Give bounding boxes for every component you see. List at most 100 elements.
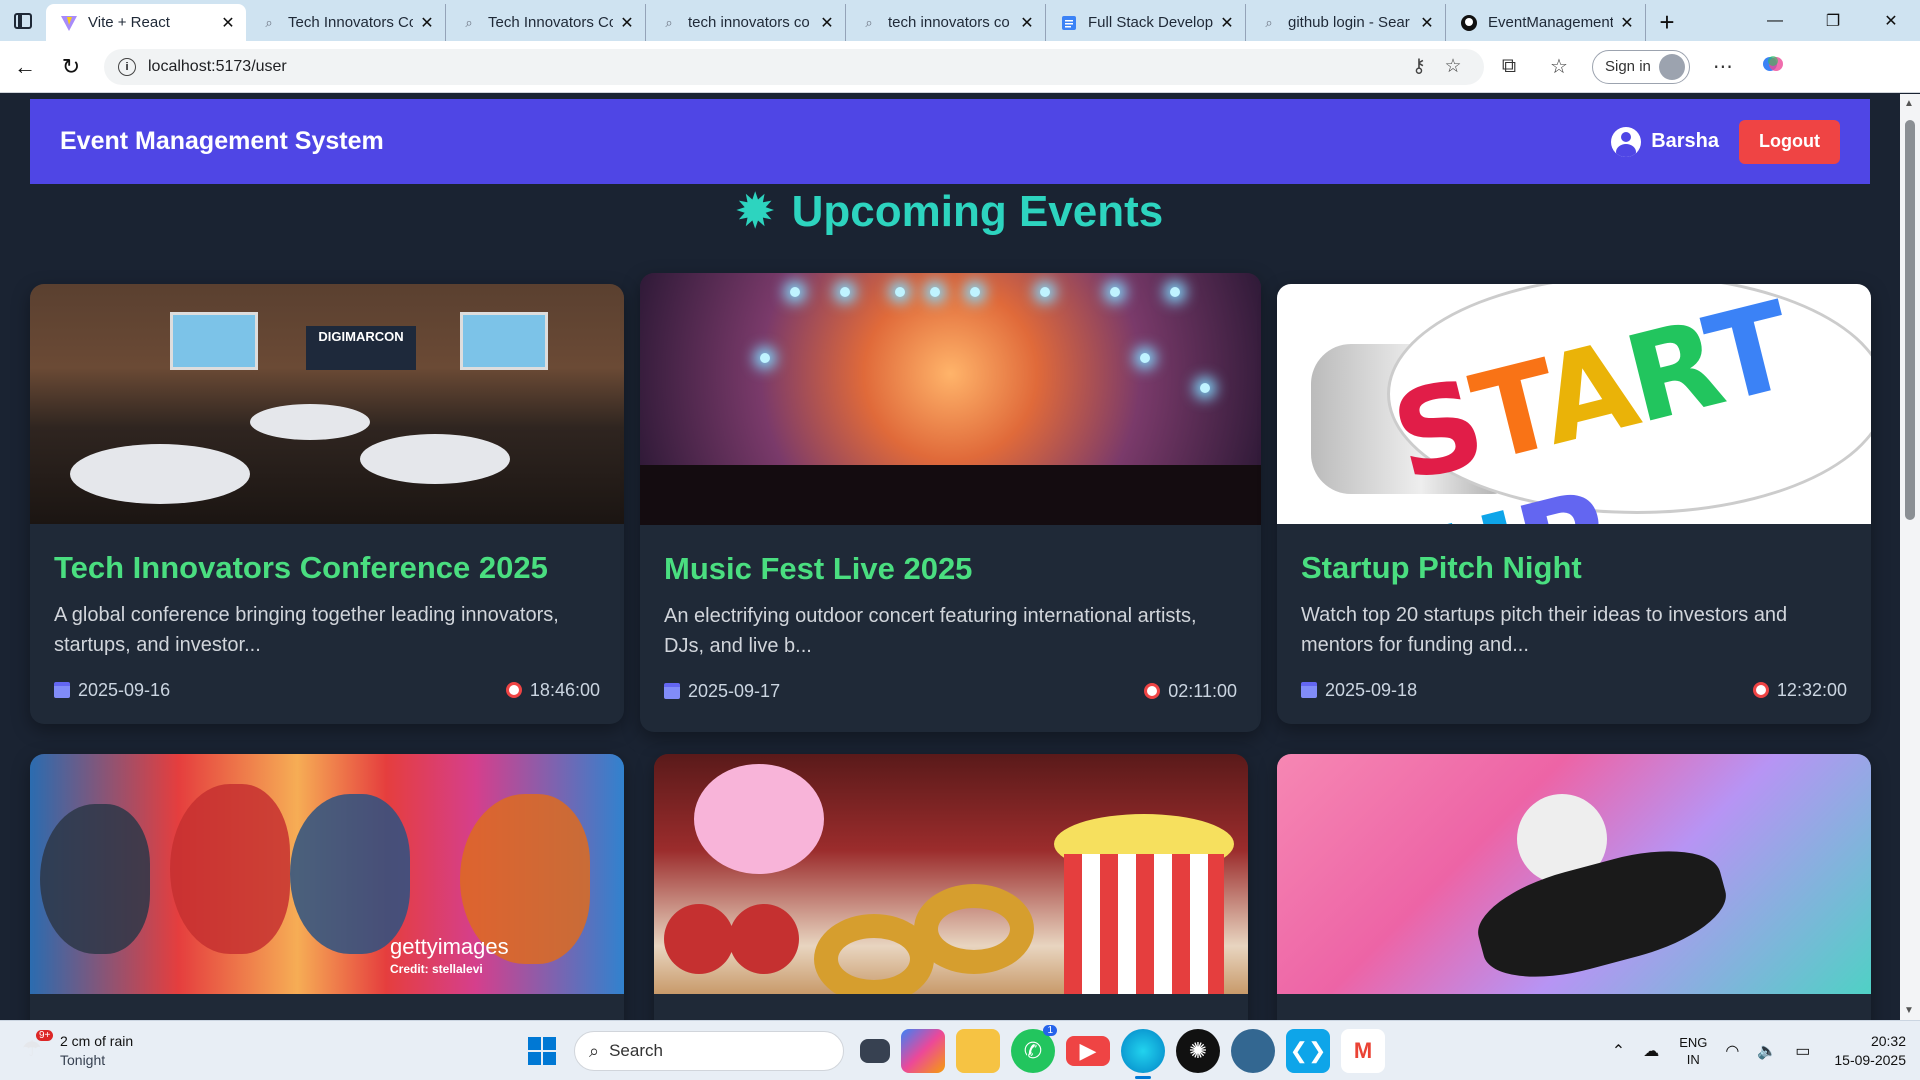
browser-tab[interactable]: ⌕ Tech Innovators Co ✕ <box>246 4 446 41</box>
event-title[interactable]: Startup Pitch Night <box>1301 550 1847 586</box>
chatgpt-icon[interactable]: ✺ <box>1176 1029 1220 1073</box>
calendar-icon <box>54 682 70 698</box>
restore-icon[interactable]: ❐ <box>1804 0 1862 41</box>
volume-icon[interactable]: 🔈 <box>1757 1041 1777 1061</box>
scrollbar-thumb[interactable] <box>1905 120 1915 520</box>
minimize-icon[interactable]: — <box>1746 0 1804 41</box>
battery-icon[interactable]: ▭ <box>1795 1041 1810 1061</box>
scroll-down-icon[interactable]: ▼ <box>1904 1005 1914 1016</box>
system-clock[interactable]: 20:32 15-09-2025 <box>1834 1032 1906 1070</box>
task-view-icon[interactable] <box>860 1039 890 1063</box>
event-card[interactable]: START UP Startup Pitch Night Watch top 2… <box>1277 284 1871 724</box>
tab-title: Vite + React <box>88 14 170 31</box>
vite-icon <box>60 14 78 32</box>
event-card[interactable] <box>1277 754 1871 1020</box>
page-scrollbar[interactable]: ▲ ▼ <box>1900 94 1920 1020</box>
event-card[interactable]: gettyimages Credit: stellalevi <box>30 754 624 1020</box>
url-field[interactable]: i localhost:5173/user ⚷ ☆ <box>104 48 1484 85</box>
browser-tab[interactable]: Full Stack Develop ✕ <box>1046 4 1246 41</box>
browser-tab[interactable]: ⌕ github login - Sear ✕ <box>1246 4 1446 41</box>
event-time: 12:32:00 <box>1776 680 1847 700</box>
region-code: IN <box>1686 1052 1700 1067</box>
language-indicator[interactable]: ENG IN <box>1679 1034 1707 1068</box>
tab-title: tech innovators co <box>688 14 810 31</box>
tab-title: Full Stack Develop <box>1088 14 1213 31</box>
new-tab-button[interactable]: + <box>1646 4 1688 41</box>
browser-tab[interactable]: Vite + React ✕ <box>46 4 246 41</box>
tab-title: EventManagement <box>1488 14 1613 31</box>
file-explorer-icon[interactable] <box>956 1029 1000 1073</box>
event-card[interactable] <box>654 754 1248 1020</box>
weather-sub: Tonight <box>60 1051 106 1068</box>
site-info-icon[interactable]: i <box>118 57 136 76</box>
image-watermark: gettyimages <box>390 934 509 959</box>
tab-title: Tech Innovators Co <box>488 14 613 31</box>
chevron-up-icon[interactable]: ⌃ <box>1612 1041 1625 1061</box>
star-icon[interactable]: ☆ <box>1436 55 1470 78</box>
browser-tab[interactable]: EventManagement ✕ <box>1446 4 1646 41</box>
logout-button[interactable]: Logout <box>1739 119 1840 164</box>
extensions-icon[interactable]: ⧉ <box>1484 55 1534 78</box>
back-arrow-icon[interactable]: ← <box>2 47 48 87</box>
reload-icon[interactable]: ↻ <box>48 47 94 87</box>
scroll-up-icon[interactable]: ▲ <box>1904 98 1914 109</box>
event-description: A global conference bringing together le… <box>54 604 559 656</box>
close-icon[interactable]: ✕ <box>819 13 835 33</box>
onedrive-icon[interactable]: ☁ <box>1643 1041 1659 1061</box>
clock-time: 20:32 <box>1870 1033 1906 1049</box>
language-code: ENG <box>1679 1035 1708 1050</box>
sign-in-button[interactable]: Sign in <box>1592 49 1690 84</box>
event-time: 02:11:00 <box>1168 681 1237 701</box>
system-tray: ⌃ ☁ ENG IN ◠ 🔈 ▭ 20:32 15-09-2025 <box>1594 1021 1906 1080</box>
event-image: DIGIMARCON <box>30 284 624 524</box>
edge-icon[interactable] <box>1121 1029 1165 1079</box>
close-icon[interactable]: ✕ <box>220 13 236 33</box>
close-icon[interactable]: ✕ <box>1619 13 1635 33</box>
youtube-icon[interactable]: ▶ <box>1066 1036 1110 1066</box>
tab-actions-icon[interactable] <box>0 0 46 41</box>
event-card[interactable]: Music Fest Live 2025 An electrifying out… <box>640 273 1261 732</box>
weather-badge: 9+ <box>36 1029 54 1041</box>
browser-tab[interactable]: ⌕ tech innovators co ✕ <box>646 4 846 41</box>
browser-tab[interactable]: ⌕ Tech Innovators Co ✕ <box>446 4 646 41</box>
event-title[interactable]: Music Fest Live 2025 <box>664 551 1237 587</box>
tab-title: github login - Sear <box>1288 14 1410 31</box>
windows-logo-icon <box>528 1037 556 1065</box>
brand-title[interactable]: Event Management System <box>60 127 384 156</box>
whatsapp-badge: 1 <box>1043 1025 1057 1036</box>
window-close-icon[interactable]: ✕ <box>1862 0 1920 41</box>
key-icon[interactable]: ⚷ <box>1402 55 1436 78</box>
event-image <box>1277 754 1871 994</box>
user-info: Barsha Logout <box>1611 119 1840 164</box>
taskbar-search[interactable]: ⌕ Search <box>574 1031 844 1071</box>
vscode-icon[interactable]: ❮❯ <box>1286 1029 1330 1073</box>
browser-tab[interactable]: ⌕ tech innovators co ✕ <box>846 4 1046 41</box>
more-options-icon[interactable]: ⋯ <box>1698 54 1748 79</box>
search-icon: ⌕ <box>465 14 473 30</box>
copilot-app-icon[interactable] <box>901 1029 945 1073</box>
wifi-icon[interactable]: ◠ <box>1725 1041 1739 1061</box>
close-icon[interactable]: ✕ <box>1419 13 1435 33</box>
gmail-icon[interactable]: M <box>1341 1029 1385 1073</box>
browser-tab-strip: Vite + React ✕ ⌕ Tech Innovators Co ✕ ⌕ … <box>0 0 1920 41</box>
github-icon <box>1460 14 1478 32</box>
close-icon[interactable]: ✕ <box>619 13 635 33</box>
weather-main: 2 cm of rain <box>60 1032 134 1049</box>
tab-title: Tech Innovators Co <box>288 14 413 31</box>
event-title[interactable]: Tech Innovators Conference 2025 <box>54 550 600 586</box>
postgresql-icon[interactable] <box>1231 1029 1275 1073</box>
close-icon[interactable]: ✕ <box>419 13 435 33</box>
close-icon[interactable]: ✕ <box>1019 13 1035 33</box>
copilot-icon[interactable] <box>1748 52 1798 82</box>
start-button[interactable] <box>520 1029 564 1073</box>
close-icon[interactable]: ✕ <box>1219 13 1235 33</box>
event-card[interactable]: DIGIMARCON Tech Innovators Conference 20… <box>30 284 624 724</box>
page-content: Event Management System Barsha Logout ✹ … <box>0 94 1900 1020</box>
profile-avatar <box>1658 53 1685 80</box>
favorites-icon[interactable]: ☆ <box>1534 54 1584 79</box>
whatsapp-icon[interactable]: ✆ 1 <box>1011 1025 1057 1073</box>
search-icon: ⌕ <box>865 14 873 30</box>
event-image-text: DIGIMARCON <box>306 326 416 370</box>
weather-widget[interactable]: ☂ 9+ 2 cm of rain Tonight <box>22 1029 222 1070</box>
event-date: 2025-09-16 <box>78 680 171 700</box>
